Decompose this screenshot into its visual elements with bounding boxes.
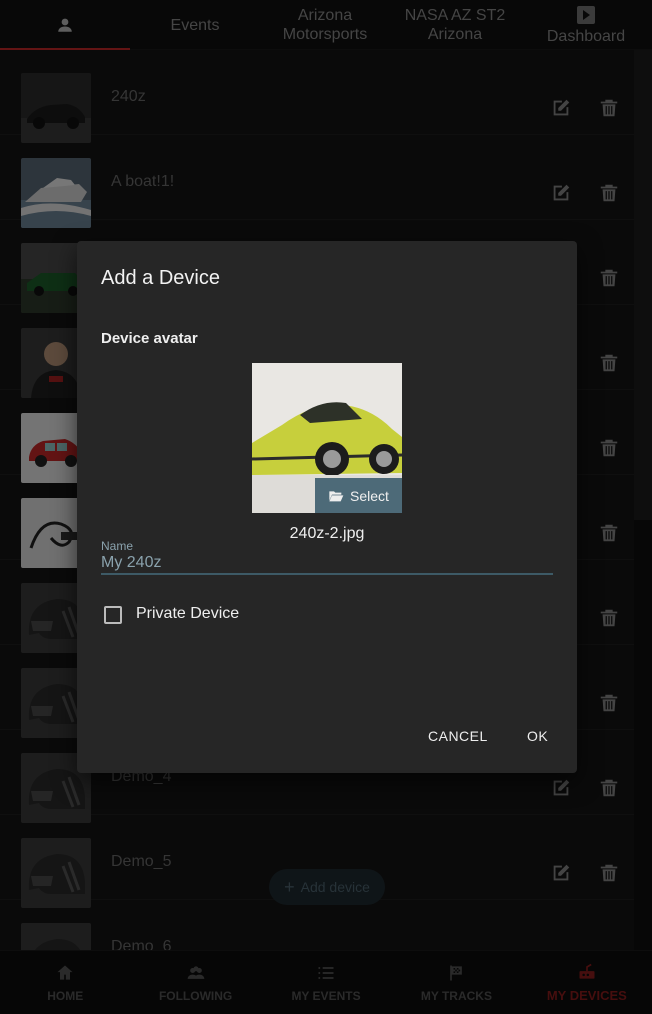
name-field-label: Name [101,539,134,553]
folder-open-icon [329,490,344,501]
avatar-filename: 240z-2.jpg [289,525,365,542]
select-avatar-button[interactable]: Select [315,478,402,513]
add-device-dialog: Add a Device Device avatar Select 240z-2… [77,241,577,773]
select-label: Select [350,487,389,504]
private-device-checkbox[interactable] [104,606,122,624]
ok-button[interactable]: OK [527,728,548,744]
dialog-title: Add a Device [101,267,220,289]
device-avatar-label: Device avatar [101,330,198,347]
private-device-label: Private Device [136,605,240,622]
cancel-button[interactable]: CANCEL [428,728,488,744]
name-input[interactable] [101,553,553,575]
